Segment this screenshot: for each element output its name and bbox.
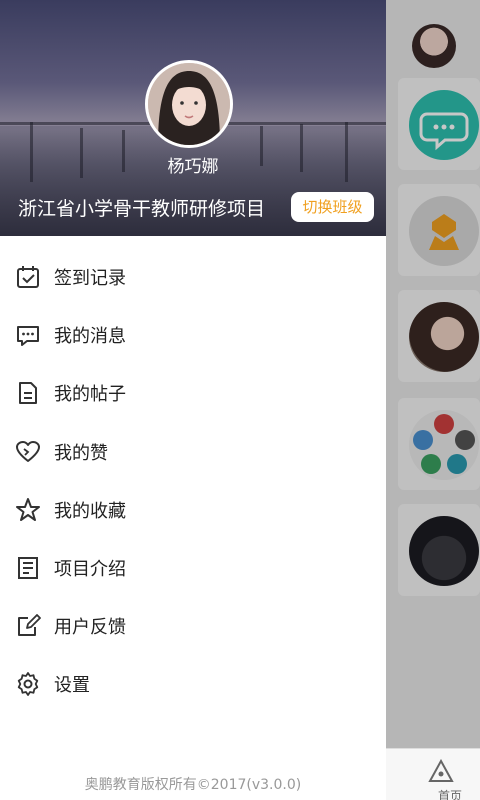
menu-item-checkin-records[interactable]: 签到记录 (0, 248, 386, 306)
menu-item-label: 设置 (54, 675, 90, 697)
menu-item-my-posts[interactable]: 我的帖子 (0, 364, 386, 422)
menu-item-label: 签到记录 (54, 268, 126, 290)
switch-class-button[interactable]: 切换班级 (291, 192, 374, 222)
top-avatar[interactable] (412, 24, 456, 68)
edit-icon (18, 614, 41, 637)
menu-item-project-intro[interactable]: 项目介绍 (0, 539, 386, 597)
menu-item-my-messages[interactable]: 我的消息 (0, 306, 386, 364)
drawer-menu: 签到记录 我的消息 我的帖子 我的赞 我的收藏 项目介绍 用户反馈 设置 (0, 248, 386, 714)
heart-icon (16, 440, 40, 462)
bottom-tab-home[interactable]: 首页 (386, 748, 480, 800)
menu-item-label: 用户反馈 (54, 617, 126, 639)
teacher-app-icon[interactable] (409, 196, 479, 266)
star-icon (16, 497, 40, 521)
home-triangle-icon (428, 759, 454, 782)
chat-app-icon[interactable] (409, 90, 479, 160)
group-avatar[interactable] (409, 410, 479, 480)
menu-item-my-likes[interactable]: 我的赞 (0, 423, 386, 481)
night-photo-avatar[interactable] (409, 516, 479, 586)
user-name: 杨巧娜 (167, 157, 219, 177)
calendar-check-icon (17, 266, 39, 289)
user-photo-avatar[interactable] (409, 302, 479, 372)
drawer-header: 杨巧娜 浙江省小学骨干教师研修项目 切换班级 (0, 0, 386, 236)
menu-item-my-favorites[interactable]: 我的收藏 (0, 481, 386, 539)
menu-item-user-feedback[interactable]: 用户反馈 (0, 597, 386, 655)
gear-icon (17, 672, 39, 697)
user-avatar[interactable] (145, 60, 233, 148)
menu-item-label: 我的帖子 (54, 384, 126, 406)
background-page: 首页 (386, 0, 480, 800)
document-icon (19, 382, 37, 405)
project-name: 浙江省小学骨干教师研修项目 (18, 198, 266, 220)
menu-item-settings[interactable]: 设置 (0, 655, 386, 713)
chat-bubble-icon (17, 326, 39, 347)
copyright-footer: 奥鹏教育版权所有©2017(v3.0.0) (84, 777, 302, 793)
side-drawer: 杨巧娜 浙江省小学骨干教师研修项目 切换班级 签到记录 我的消息 我的帖子 我的… (0, 0, 386, 800)
menu-item-label: 我的收藏 (54, 500, 126, 522)
bottom-tab-label: 首页 (438, 789, 463, 800)
menu-item-label: 我的消息 (54, 326, 126, 348)
info-list-icon (18, 557, 38, 580)
menu-item-label: 项目介绍 (54, 559, 126, 581)
menu-item-label: 我的赞 (54, 442, 108, 464)
